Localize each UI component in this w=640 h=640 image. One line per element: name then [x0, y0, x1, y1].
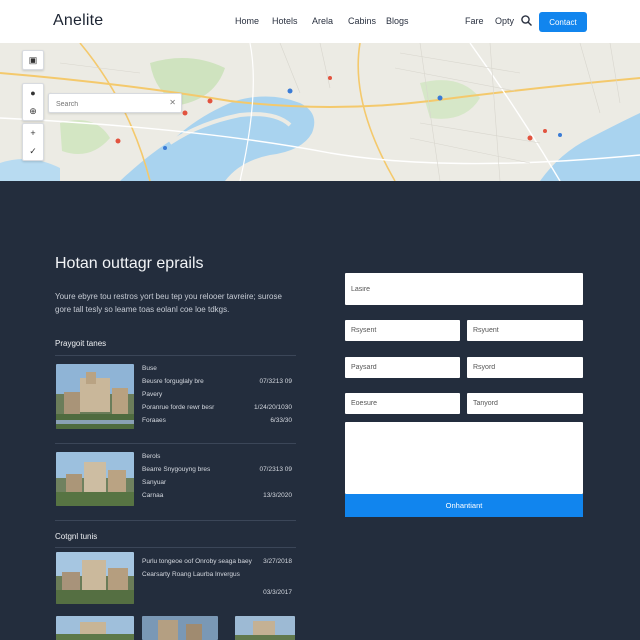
map-pin-control[interactable]: ● ⊕	[22, 83, 44, 121]
map-view[interactable]: ▣ ● ⊕ + ✓ ✕	[0, 43, 640, 181]
section-title-featured: Praygoit tanes	[55, 339, 107, 348]
pin-icon[interactable]: ●	[23, 84, 43, 102]
listing-date: 07/3213 09	[259, 378, 292, 385]
form-field[interactable]	[467, 393, 583, 414]
nav-arela[interactable]: Arela	[312, 16, 333, 26]
form-field-top[interactable]	[345, 273, 583, 305]
contact-button[interactable]: Contact	[539, 12, 587, 32]
top-navbar: Anelite Home Hotels Arela Cabins Blogs F…	[0, 0, 640, 44]
section-title-recent: Cotgnl tunis	[55, 532, 98, 541]
submit-button[interactable]: Onhantiant	[345, 494, 583, 517]
listing-detail: Poranrue forde rewr besr	[142, 404, 215, 411]
listing-detail: Beusre forguglaly bre	[142, 378, 204, 385]
hotel-thumbnail[interactable]	[235, 616, 295, 640]
listing-detail: Carnaa	[142, 492, 164, 499]
message-textarea[interactable]	[345, 422, 583, 494]
listing-title[interactable]: Berols	[142, 453, 160, 460]
listing-detail: Sanyuar	[142, 479, 167, 486]
hotel-thumbnail[interactable]	[142, 616, 218, 640]
zoom-in-button[interactable]: +	[23, 124, 43, 142]
form-field[interactable]	[467, 320, 583, 341]
nav-home[interactable]: Home	[235, 16, 259, 26]
listing-detail: Foraaes	[142, 417, 166, 424]
form-field[interactable]	[345, 393, 460, 414]
listing-date: 6/33/30	[270, 417, 292, 424]
map-search-box: ✕	[48, 93, 182, 113]
listing-title[interactable]: Buse	[142, 365, 157, 372]
map-zoom-control[interactable]: + ✓	[22, 123, 44, 161]
hotel-thumbnail[interactable]	[56, 552, 134, 604]
listing-detail: Pavery	[142, 391, 163, 398]
listing-detail: Cearsarty Roang Laurba Invergus	[142, 571, 240, 578]
listing-detail: Bearre Snygouyng bres	[142, 466, 211, 473]
nav-hotels[interactable]: Hotels	[272, 16, 298, 26]
nav-fare[interactable]: Fare	[465, 16, 484, 26]
locate-icon[interactable]: ⊕	[23, 102, 43, 120]
listing-date: 3/27/2018	[263, 558, 292, 565]
divider	[55, 355, 296, 356]
listing-date: 13/3/2020	[263, 492, 292, 499]
intro-text: Youre ebyre tou restros yort beu tep you…	[55, 292, 282, 314]
listing-date: 1/24/20/1030	[254, 404, 292, 411]
map-layers-control[interactable]: ▣	[22, 50, 44, 70]
nav-cabins[interactable]: Cabins	[348, 16, 376, 26]
page-title: Hotan outtagr eprails	[55, 255, 204, 272]
form-field[interactable]	[345, 320, 460, 341]
divider	[55, 520, 296, 521]
listing-date: 03/3/2017	[263, 589, 292, 596]
form-field[interactable]	[345, 357, 460, 378]
layers-icon[interactable]: ▣	[23, 51, 43, 69]
hotel-thumbnail[interactable]	[56, 364, 134, 429]
compass-icon[interactable]: ✓	[23, 142, 43, 160]
hotel-thumbnail[interactable]	[56, 452, 134, 506]
form-field[interactable]	[467, 357, 583, 378]
map-search-input[interactable]	[54, 97, 168, 112]
nav-blogs[interactable]: Blogs	[386, 16, 409, 26]
divider	[55, 443, 296, 444]
hotel-thumbnail[interactable]	[56, 616, 134, 640]
listing-date: 07/2313 09	[259, 466, 292, 473]
clear-icon[interactable]: ✕	[169, 98, 176, 107]
divider	[55, 547, 296, 548]
site-logo[interactable]: Anelite	[53, 12, 103, 30]
search-icon[interactable]	[520, 14, 534, 28]
nav-opty[interactable]: Opty	[495, 16, 514, 26]
